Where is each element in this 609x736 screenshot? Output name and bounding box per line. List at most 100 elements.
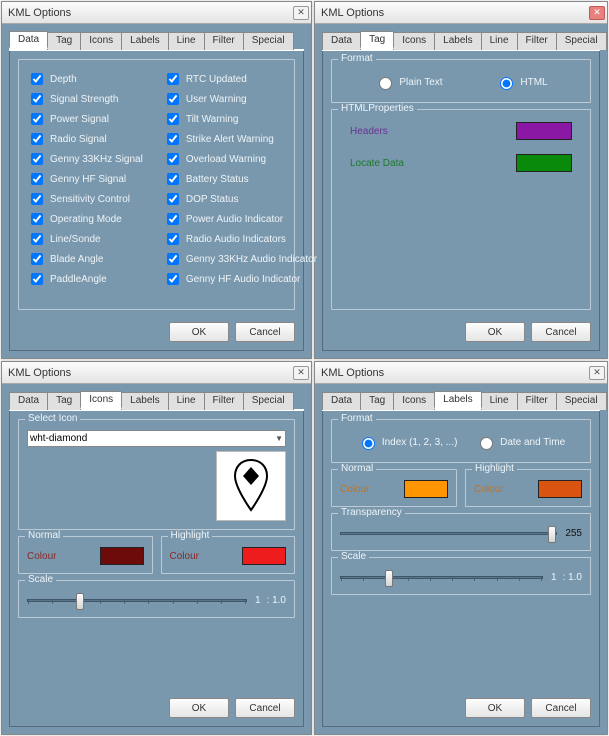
data-field-checkbox[interactable]: Genny HF Audio Indicator xyxy=(163,270,317,288)
data-field-checkbox[interactable]: User Warning xyxy=(163,90,317,108)
tab-labels[interactable]: Labels xyxy=(121,392,168,410)
data-field-checkbox[interactable]: Genny 33KHz Audio Indicator xyxy=(163,250,317,268)
data-field-checkbox[interactable]: Tilt Warning xyxy=(163,110,317,128)
tab-labels[interactable]: Labels xyxy=(434,32,481,50)
tab-body-icons: Select Icon wht-diamond ▼ Normal xyxy=(9,411,304,727)
ok-button[interactable]: OK xyxy=(465,698,525,718)
data-field-checkbox[interactable]: Radio Audio Indicators xyxy=(163,230,317,248)
data-field-checkbox[interactable]: Signal Strength xyxy=(27,90,143,108)
data-field-checkbox[interactable]: Line/Sonde xyxy=(27,230,143,248)
locate-color-swatch[interactable] xyxy=(516,154,572,172)
data-fields-group: Depth Signal Strength Power Signal Radio Si… xyxy=(18,59,295,310)
tab-tag[interactable]: Tag xyxy=(360,31,394,49)
normal-color-group: Normal Colour xyxy=(331,469,457,507)
icon-select[interactable]: wht-diamond ▼ xyxy=(27,430,286,447)
tab-special[interactable]: Special xyxy=(243,32,294,50)
data-field-checkbox[interactable]: Battery Status xyxy=(163,170,317,188)
tab-data[interactable]: Data xyxy=(322,392,361,410)
normal-color-swatch[interactable] xyxy=(404,480,448,498)
tab-body-data: Depth Signal Strength Power Signal Radio Si… xyxy=(9,51,304,351)
close-icon[interactable]: ✕ xyxy=(589,366,605,380)
close-icon[interactable]: ✕ xyxy=(293,6,309,20)
highlight-color-group: Highlight Colour xyxy=(465,469,591,507)
titlebar: KML Options ✕ xyxy=(315,2,607,24)
highlight-color-swatch[interactable] xyxy=(538,480,582,498)
titlebar: KML Options ✕ xyxy=(315,362,607,384)
window-title: KML Options xyxy=(8,7,71,19)
format-html-radio[interactable]: HTML xyxy=(495,74,547,90)
tab-icons[interactable]: Icons xyxy=(80,391,122,409)
format-date-radio[interactable]: Date and Time xyxy=(475,434,565,450)
tab-bar: Data Tag Icons Labels Line Filter Specia… xyxy=(9,391,304,411)
tab-icons[interactable]: Icons xyxy=(393,32,435,50)
cancel-button[interactable]: Cancel xyxy=(531,322,591,342)
format-plain-radio[interactable]: Plain Text xyxy=(374,74,442,90)
cancel-button[interactable]: Cancel xyxy=(235,698,295,718)
window-title: KML Options xyxy=(8,367,71,379)
tab-data[interactable]: Data xyxy=(9,392,48,410)
data-field-checkbox[interactable]: RTC Updated xyxy=(163,70,317,88)
tab-icons[interactable]: Icons xyxy=(80,32,122,50)
format-group: Format Plain Text HTML xyxy=(331,59,591,103)
html-properties-title: HTMLProperties xyxy=(338,103,417,114)
transparency-slider[interactable] xyxy=(340,524,557,542)
tab-labels[interactable]: Labels xyxy=(121,32,168,50)
close-icon[interactable]: ✕ xyxy=(589,6,605,20)
data-field-checkbox[interactable]: Power Signal xyxy=(27,110,143,128)
tab-bar: Data Tag Icons Labels Line Filter Specia… xyxy=(322,391,600,411)
tab-tag[interactable]: Tag xyxy=(47,392,81,410)
kml-options-window-labels: KML Options ✕ Data Tag Icons Labels Line… xyxy=(314,361,608,735)
tab-tag[interactable]: Tag xyxy=(47,32,81,50)
headers-color-swatch[interactable] xyxy=(516,122,572,140)
data-field-checkbox[interactable]: Depth xyxy=(27,70,143,88)
tab-data[interactable]: Data xyxy=(9,31,48,49)
tab-special[interactable]: Special xyxy=(556,392,607,410)
tab-filter[interactable]: Filter xyxy=(204,32,244,50)
ok-button[interactable]: OK xyxy=(169,698,229,718)
data-field-checkbox[interactable]: Radio Signal xyxy=(27,130,143,148)
tab-special[interactable]: Special xyxy=(556,32,607,50)
scale-slider[interactable] xyxy=(340,568,543,586)
cancel-button[interactable]: Cancel xyxy=(531,698,591,718)
tab-filter[interactable]: Filter xyxy=(517,32,557,50)
close-icon[interactable]: ✕ xyxy=(293,366,309,380)
data-field-checkbox[interactable]: Operating Mode xyxy=(27,210,143,228)
data-field-checkbox[interactable]: Sensitivity Control xyxy=(27,190,143,208)
kml-options-window-tag: KML Options ✕ Data Tag Icons Labels Line… xyxy=(314,1,608,359)
data-field-checkbox[interactable]: Genny 33KHz Signal xyxy=(27,150,143,168)
tab-labels[interactable]: Labels xyxy=(434,391,481,409)
tab-line[interactable]: Line xyxy=(168,32,205,50)
tab-line[interactable]: Line xyxy=(481,32,518,50)
tab-tag[interactable]: Tag xyxy=(360,392,394,410)
tab-icons[interactable]: Icons xyxy=(393,392,435,410)
cancel-button[interactable]: Cancel xyxy=(235,322,295,342)
data-field-checkbox[interactable]: Strike Alert Warning xyxy=(163,130,317,148)
data-field-checkbox[interactable]: Power Audio Indicator xyxy=(163,210,317,228)
scale-ratio: : 1.0 xyxy=(267,595,286,606)
ok-button[interactable]: OK xyxy=(465,322,525,342)
data-field-checkbox[interactable]: PaddleAngle xyxy=(27,270,143,288)
tab-special[interactable]: Special xyxy=(243,392,294,410)
tab-body-tag: Format Plain Text HTML HTMLProperties He… xyxy=(322,51,600,351)
data-field-checkbox[interactable]: Overload Warning xyxy=(163,150,317,168)
data-field-checkbox[interactable]: Blade Angle xyxy=(27,250,143,268)
format-index-radio[interactable]: Index (1, 2, 3, ...) xyxy=(357,434,458,450)
ok-button[interactable]: OK xyxy=(169,322,229,342)
kml-options-window-icons: KML Options ✕ Data Tag Icons Labels Line… xyxy=(1,361,312,735)
normal-color-swatch[interactable] xyxy=(100,547,144,565)
tab-filter[interactable]: Filter xyxy=(204,392,244,410)
html-properties-group: HTMLProperties Headers Locate Data xyxy=(331,109,591,310)
data-field-checkbox[interactable]: DOP Status xyxy=(163,190,317,208)
tab-line[interactable]: Line xyxy=(168,392,205,410)
tab-filter[interactable]: Filter xyxy=(517,392,557,410)
tab-bar: Data Tag Icons Labels Line Filter Specia… xyxy=(9,31,304,51)
marker-icon xyxy=(231,458,271,514)
data-field-checkbox[interactable]: Genny HF Signal xyxy=(27,170,143,188)
tab-data[interactable]: Data xyxy=(322,32,361,50)
tab-line[interactable]: Line xyxy=(481,392,518,410)
window-title: KML Options xyxy=(321,7,384,19)
scale-slider[interactable] xyxy=(27,591,247,609)
headers-label: Headers xyxy=(350,126,388,137)
colour-label: Colour xyxy=(474,484,503,495)
highlight-color-swatch[interactable] xyxy=(242,547,286,565)
